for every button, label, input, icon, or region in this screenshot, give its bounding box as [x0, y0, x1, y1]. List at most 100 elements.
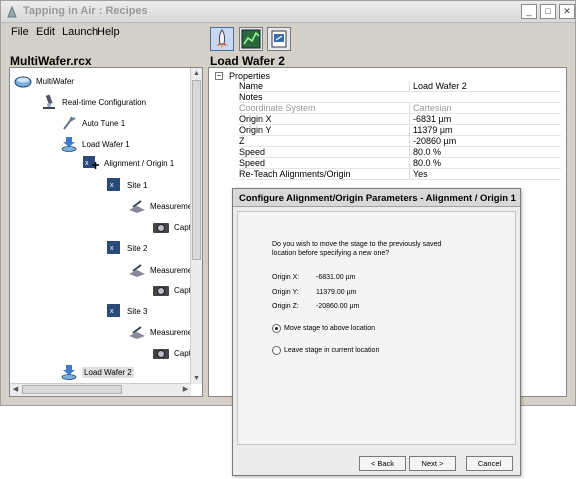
load-wafer-icon — [61, 365, 77, 380]
window-title: Tapping in Air : Recipes — [23, 5, 148, 17]
property-value[interactable]: -20860 µm — [409, 136, 559, 146]
tree-node-capture-2[interactable]: Capt — [152, 282, 191, 298]
origin-y-label: Origin Y: — [272, 289, 299, 296]
tree-node-measurement-2[interactable]: Measuremen — [128, 262, 197, 278]
origin-z-value: -20860.00 µm — [316, 303, 360, 310]
scroll-left-icon[interactable]: ◀ — [10, 384, 21, 395]
launch-button[interactable] — [210, 27, 234, 51]
tree-node-load-wafer-1[interactable]: Load Wafer 1 — [60, 136, 130, 152]
back-button[interactable]: < Back — [359, 456, 406, 471]
property-row-z[interactable]: Z -20860 µm — [239, 136, 561, 147]
configure-alignment-dialog: Configure Alignment/Origin Parameters - … — [232, 188, 521, 476]
menu-help[interactable]: Help — [97, 26, 120, 38]
property-value[interactable]: 80.0 % — [409, 147, 559, 157]
menu-launch[interactable]: Launch — [62, 26, 98, 38]
move-stage-label: Move stage to above location — [284, 325, 376, 332]
property-name: Z — [239, 136, 245, 146]
property-row-origin-y[interactable]: Origin Y 11379 µm — [239, 125, 561, 136]
property-row-speed-2[interactable]: Speed 80.0 % — [239, 158, 561, 169]
property-name: Notes — [239, 92, 263, 102]
dialog-question-line-1: Do you wish to move the stage to the pre… — [272, 241, 442, 248]
tree-node-auto-tune[interactable]: Auto Tune 1 — [60, 115, 125, 131]
microscope-icon — [43, 94, 55, 109]
camera-icon — [153, 286, 169, 296]
close-button[interactable]: ✕ — [559, 4, 575, 19]
property-row-notes[interactable]: Notes — [239, 92, 561, 103]
chart-button[interactable] — [239, 27, 263, 51]
move-stage-option[interactable]: Move stage to above location — [272, 324, 375, 333]
next-button[interactable]: Next > — [409, 456, 456, 471]
scroll-down-icon[interactable]: ▼ — [191, 373, 202, 384]
tree-node-capture-1[interactable]: Capt — [152, 219, 191, 235]
properties-pane-title: Load Wafer 2 — [210, 54, 285, 68]
property-value[interactable]: Load Wafer 2 — [409, 81, 559, 91]
scroll-up-icon[interactable]: ▲ — [191, 68, 202, 79]
title-bar: Tapping in Air : Recipes _ □ ✕ — [1, 1, 575, 23]
measurement-icon — [129, 200, 145, 213]
tree-vertical-scroll-thumb[interactable] — [192, 80, 201, 260]
tree-node-site-3[interactable]: x Site 3 — [105, 303, 147, 319]
leave-stage-radio[interactable] — [272, 346, 281, 355]
tree-horizontal-scrollbar[interactable]: ◀ ▶ — [10, 383, 191, 396]
tree-node-capture-3[interactable]: Capt — [152, 345, 191, 361]
property-value[interactable]: 80.0 % — [409, 158, 559, 168]
menu-bar: File Edit Launch Help — [1, 23, 201, 41]
origin-z-label: Origin Z: — [272, 303, 299, 310]
menu-file[interactable]: File — [11, 26, 29, 38]
property-value[interactable]: -6831 µm — [409, 114, 559, 124]
menu-edit[interactable]: Edit — [36, 26, 55, 38]
wafer-dish-icon — [14, 76, 32, 88]
tree-horizontal-scroll-thumb[interactable] — [22, 385, 122, 394]
collapse-icon[interactable]: − — [215, 72, 223, 80]
svg-text:x: x — [85, 160, 89, 167]
minimize-button[interactable]: _ — [521, 4, 537, 19]
cancel-button[interactable]: Cancel — [466, 456, 513, 471]
move-stage-radio[interactable] — [272, 324, 281, 333]
export-icon — [271, 30, 287, 48]
leave-stage-option[interactable]: Leave stage in current location — [272, 346, 379, 355]
tree-node-site-2[interactable]: x Site 2 — [105, 240, 147, 256]
property-row-reteach[interactable]: Re-Teach Alignments/Origin Yes — [239, 169, 561, 180]
tree-node-alignment-origin[interactable]: x Alignment / Origin 1 — [82, 155, 174, 171]
tree-node-load-wafer-2[interactable]: Load Wafer 2 — [60, 364, 134, 380]
property-row-speed[interactable]: Speed 80.0 % — [239, 147, 561, 158]
tree-node-label: Auto Tune 1 — [82, 118, 126, 128]
chart-icon — [241, 29, 261, 49]
tree-node-measurement-3[interactable]: Measuremen — [128, 324, 197, 340]
tree-vertical-scrollbar[interactable]: ▲ ▼ — [190, 68, 202, 384]
svg-text:x: x — [110, 308, 114, 315]
property-value[interactable]: Yes — [409, 169, 559, 179]
property-row-name[interactable]: Name Load Wafer 2 — [239, 81, 561, 92]
dialog-body: Do you wish to move the stage to the pre… — [237, 211, 516, 445]
tree-node-label: Site 1 — [127, 180, 148, 190]
tree-node-site-1[interactable]: x Site 1 — [105, 177, 147, 193]
svg-text:x: x — [110, 245, 114, 252]
property-name: Speed — [239, 147, 266, 157]
tree-node-measurement-1[interactable]: Measuremen — [128, 198, 197, 214]
tree-node-label: Alignment / Origin 1 — [104, 158, 175, 168]
tree-node-multiwafer[interactable]: MultiWafer — [14, 73, 74, 89]
origin-y-value: 11379.00 µm — [316, 289, 357, 296]
property-name: Origin X — [239, 114, 272, 124]
property-row-origin-x[interactable]: Origin X -6831 µm — [239, 114, 561, 125]
scroll-right-icon[interactable]: ▶ — [180, 384, 191, 395]
tree-node-label: Capt — [174, 222, 191, 232]
tree-node-label: MultiWafer — [36, 76, 74, 86]
property-name: Name — [239, 81, 264, 91]
property-value[interactable]: 11379 µm — [409, 125, 559, 135]
maximize-button[interactable]: □ — [540, 4, 556, 19]
tree-node-label: Real-time Configuration — [62, 97, 147, 107]
tree-node-label: Site 2 — [127, 243, 148, 253]
property-name: Speed — [239, 158, 266, 168]
site-icon: x — [107, 241, 120, 254]
launch-rocket-icon — [217, 29, 227, 49]
properties-group-header[interactable]: − Properties — [215, 71, 270, 81]
recipe-tree[interactable]: MultiWafer Real-time Configuration Auto … — [9, 67, 203, 397]
property-name: Origin Y — [239, 125, 272, 135]
tree-node-realtime-config[interactable]: Real-time Configuration — [40, 94, 146, 110]
svg-text:x: x — [110, 182, 114, 189]
site-icon: x — [107, 304, 120, 317]
camera-icon — [153, 223, 169, 233]
property-row-coordinate-system: Coordinate System Cartesian — [239, 103, 561, 114]
export-button[interactable] — [267, 27, 291, 51]
